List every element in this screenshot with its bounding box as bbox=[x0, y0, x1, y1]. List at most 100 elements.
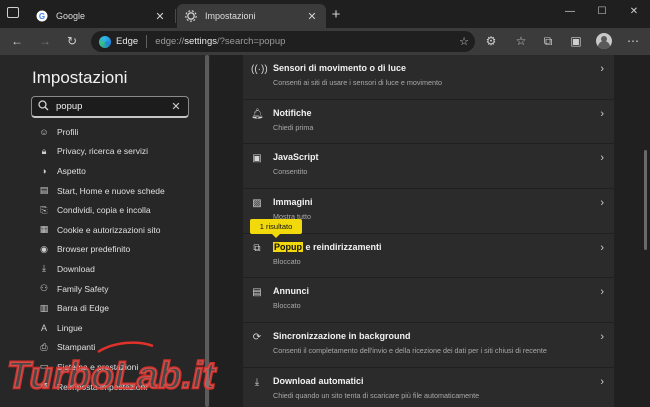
chevron-right-icon: › bbox=[600, 286, 604, 299]
content-scrollbar[interactable] bbox=[644, 150, 647, 250]
extensions-icon[interactable]: ⚙ bbox=[484, 34, 498, 48]
page-title: Impostazioni bbox=[32, 68, 128, 87]
collections-icon[interactable]: ⧉ bbox=[541, 34, 555, 48]
sidebar-item-start[interactable]: ▤ Start, Home e nuove schede bbox=[38, 181, 203, 201]
list-item[interactable]: ⤓ Download automatici Chiedi quando un s… bbox=[243, 367, 614, 407]
share-icon: ⎘ bbox=[40, 204, 48, 215]
close-window-icon[interactable]: ✕ bbox=[618, 0, 650, 26]
search-input[interactable]: popup ✕ bbox=[31, 96, 189, 118]
close-icon[interactable]: ✕ bbox=[154, 10, 166, 23]
sidebar-item-label: Family Safety bbox=[57, 283, 109, 294]
search-highlight: Popup bbox=[273, 241, 303, 252]
svg-text:G: G bbox=[39, 12, 45, 21]
javascript-icon: ▣ bbox=[252, 153, 262, 165]
list-item-title: Annunci bbox=[273, 286, 309, 297]
download-icon: ⤓ bbox=[42, 263, 46, 274]
tab-google[interactable]: G Google ✕ bbox=[28, 4, 174, 28]
close-icon[interactable]: ✕ bbox=[306, 10, 318, 23]
sidebar-item-label: Cookie e autorizzazioni sito bbox=[57, 224, 161, 235]
favorite-star-icon[interactable]: ☆ bbox=[453, 35, 475, 48]
tab-divider bbox=[175, 9, 176, 23]
tab-title: Impostazioni bbox=[205, 11, 256, 21]
sidebar-item-family[interactable]: ⚇ Family Safety bbox=[38, 279, 203, 299]
back-icon[interactable]: ← bbox=[10, 34, 24, 48]
address-bar[interactable]: Edge edge://settings/?search=popup ☆ bbox=[91, 31, 475, 52]
new-tab-icon[interactable]: + bbox=[328, 6, 344, 24]
sidebar-item-download[interactable]: ⤓ Download bbox=[38, 259, 203, 279]
chevron-right-icon: › bbox=[600, 375, 604, 388]
list-item-title: Notifiche bbox=[273, 107, 312, 118]
tab-settings[interactable]: Impostazioni ✕ bbox=[177, 4, 326, 28]
sidebar-item-privacy[interactable]: 🔒︎ Privacy, ricerca e servizi bbox=[38, 142, 203, 162]
list-item[interactable]: 🔔︎ Notifiche Chiedi prima › bbox=[243, 99, 614, 145]
list-item[interactable]: ▣ JavaScript Consentito › bbox=[243, 144, 614, 190]
list-item-title: JavaScript bbox=[273, 152, 319, 163]
list-item-subtitle: Consenti il completamento dell'invio e d… bbox=[273, 346, 547, 356]
list-item-title: Immagini bbox=[273, 197, 313, 208]
cookie-icon: ▦ bbox=[39, 224, 49, 235]
screenshot-icon[interactable]: ▣ bbox=[569, 34, 583, 48]
sidebar-item-profili[interactable]: ☺ Profili bbox=[38, 122, 203, 142]
minimize-icon[interactable]: — bbox=[554, 0, 586, 26]
list-item-subtitle: Bloccato bbox=[273, 301, 301, 311]
more-options-icon[interactable]: ⋯ bbox=[626, 34, 640, 48]
sync-icon: ⟳ bbox=[252, 332, 262, 344]
avatar[interactable] bbox=[596, 33, 612, 49]
list-item-subtitle: Bloccato bbox=[273, 256, 301, 266]
edge-bar-icon: ▥ bbox=[39, 302, 49, 313]
sidebar-item-label: Browser predefinito bbox=[57, 244, 131, 255]
edge-logo-icon bbox=[99, 35, 111, 48]
list-item[interactable]: ⟳ Sincronizzazione in background Consent… bbox=[243, 323, 614, 368]
gear-icon bbox=[185, 10, 197, 22]
search-icon bbox=[38, 99, 50, 114]
search-result-badge: 1 risultato bbox=[250, 219, 302, 238]
url-prefix: edge:// bbox=[155, 36, 185, 47]
profile-icon: ☺ bbox=[39, 126, 49, 137]
address-brand: Edge bbox=[116, 36, 139, 47]
list-item[interactable]: ▤ Annunci Bloccato › bbox=[243, 278, 614, 324]
family-icon: ⚇ bbox=[39, 283, 49, 294]
sidebar-item-label: Privacy, ricerca e servizi bbox=[57, 146, 148, 157]
sidebar-item-lingue[interactable]: A Lingue bbox=[38, 318, 203, 338]
sidebar-item-edge-bar[interactable]: ▥ Barra di Edge bbox=[38, 298, 203, 318]
favorites-icon[interactable]: ☆ bbox=[514, 34, 528, 48]
sidebar-item-browser[interactable]: ◉ Browser predefinito bbox=[38, 240, 203, 260]
list-item-subtitle: Chiedi quando un sito tenta di scaricare… bbox=[273, 390, 480, 400]
sidebar-item-label: Lingue bbox=[57, 322, 83, 333]
maximize-icon[interactable]: ☐ bbox=[586, 0, 618, 26]
list-item[interactable]: ((·)) Sensori di movimento o di luce Con… bbox=[243, 55, 614, 100]
clear-search-icon[interactable]: ✕ bbox=[170, 100, 182, 113]
language-icon: A bbox=[40, 322, 47, 333]
chevron-right-icon: › bbox=[600, 331, 604, 344]
bell-icon: 🔔︎ bbox=[251, 108, 264, 120]
chevron-right-icon: › bbox=[600, 63, 604, 75]
list-item-subtitle: Consentito bbox=[273, 167, 308, 177]
window-controls: — ☐ ✕ bbox=[554, 0, 650, 26]
sidebar-item-label: Profili bbox=[57, 126, 79, 137]
turbolab-watermark: TurboLab.it TurboLab.it bbox=[3, 338, 243, 398]
url-rest: /?search=popup bbox=[217, 36, 286, 47]
sidebar-item-cookie[interactable]: ▦ Cookie e autorizzazioni sito bbox=[38, 220, 203, 240]
url-main: settings bbox=[184, 36, 217, 47]
list-item[interactable]: ⧉ Popup e reindirizzamenti Bloccato › bbox=[243, 233, 614, 279]
tab-strip: G Google ✕ Impostazioni ✕ + — ☐ ✕ bbox=[0, 0, 650, 28]
list-item-title: Sincronizzazione in background bbox=[273, 331, 411, 342]
list-item-subtitle: Consenti ai siti di usare i sensori di l… bbox=[273, 78, 442, 87]
forward-icon[interactable]: → bbox=[38, 34, 52, 48]
chevron-right-icon: › bbox=[600, 107, 604, 120]
sidebar-item-label: Barra di Edge bbox=[57, 303, 109, 314]
google-icon: G bbox=[36, 10, 48, 22]
sidebar-item-aspetto[interactable]: ◑ Aspetto bbox=[38, 161, 203, 181]
list-item-title: Sensori di movimento o di luce bbox=[273, 63, 407, 73]
sidebar-item-label: Condividi, copia e incolla bbox=[57, 205, 151, 216]
ads-icon: ▤ bbox=[252, 287, 262, 299]
refresh-icon[interactable]: ↻ bbox=[65, 34, 79, 48]
sidebar-item-label: Download bbox=[57, 263, 95, 274]
search-value[interactable]: popup bbox=[50, 101, 170, 112]
start-icon: ▤ bbox=[39, 185, 49, 196]
tab-actions-icon[interactable] bbox=[7, 7, 19, 18]
svg-text:TurboLab.it: TurboLab.it bbox=[7, 355, 217, 397]
sidebar-item-condividi[interactable]: ⎘ Condividi, copia e incolla bbox=[38, 200, 203, 220]
address-url[interactable]: edge://settings/?search=popup bbox=[155, 36, 453, 47]
list-item-title: Popup e reindirizzamenti bbox=[273, 241, 382, 252]
